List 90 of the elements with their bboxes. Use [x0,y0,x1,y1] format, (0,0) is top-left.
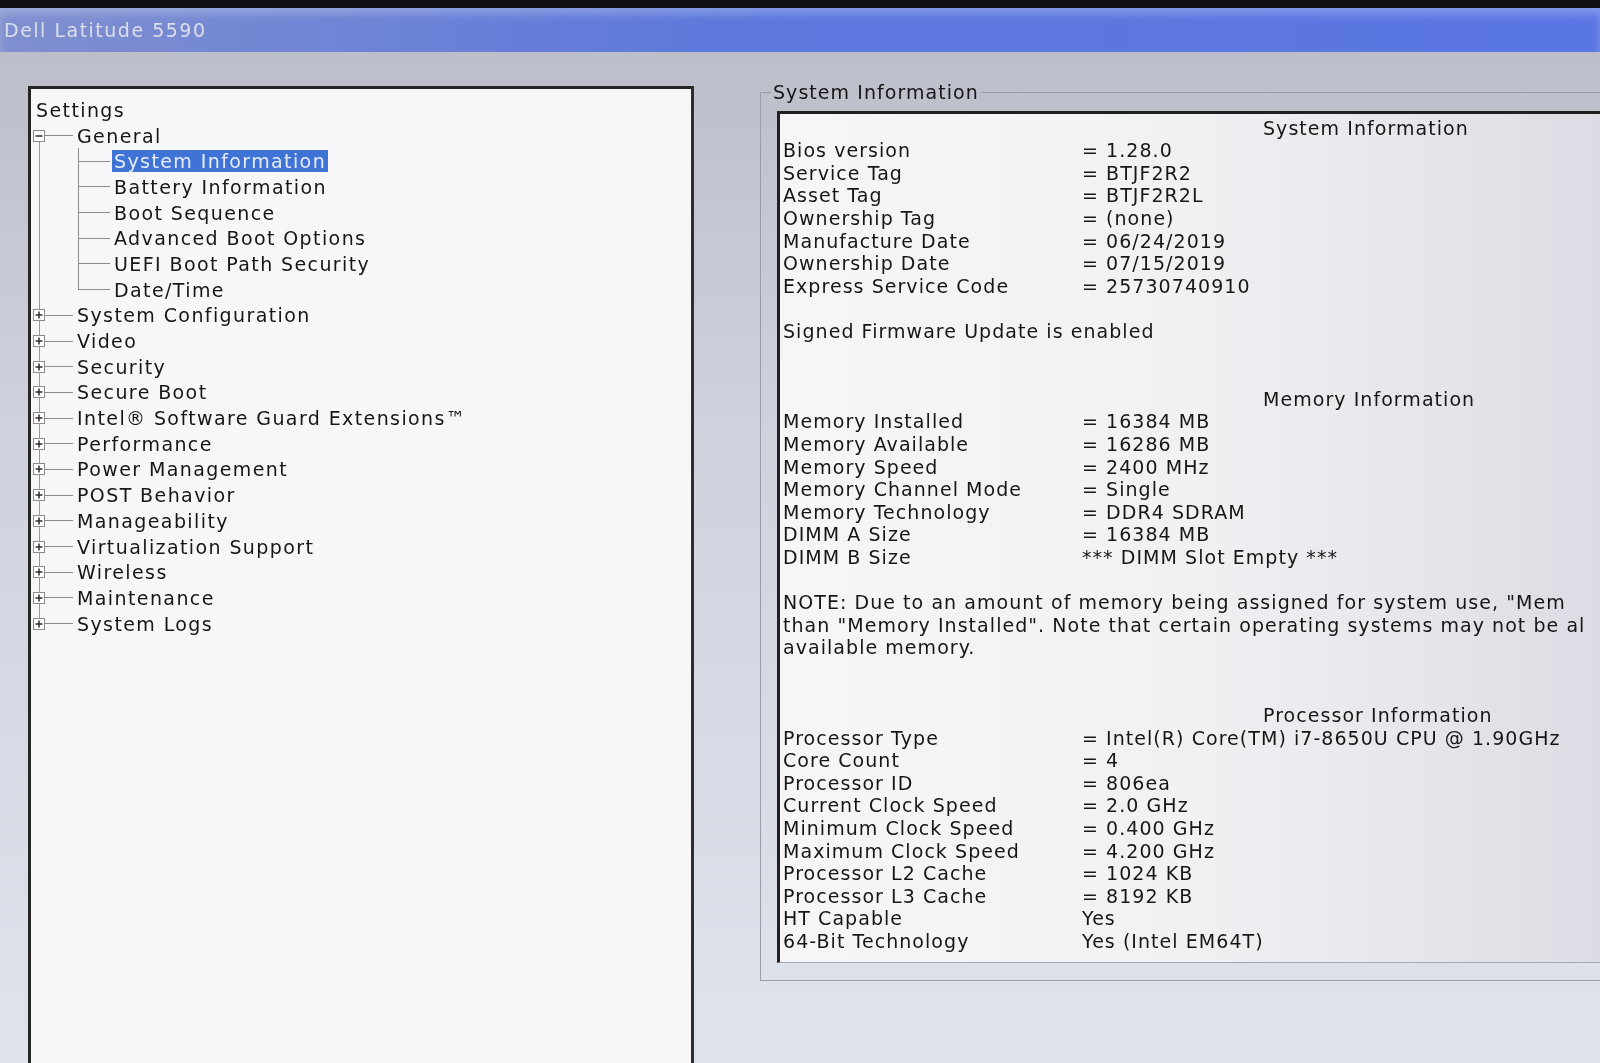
info-value: = 2400 MHz [1082,455,1210,479]
section-heading: System Information [1263,116,1469,139]
status-text: Signed Firmware Update is enabled [783,319,1155,342]
info-label: DIMM A Size [783,523,913,546]
info-label: Memory Channel Mode [783,478,1024,501]
tree-item[interactable]: Manageability [75,509,231,532]
plus-box-icon[interactable] [33,489,45,502]
info-value: = 16384 MB [1082,523,1211,546]
info-value: = 1.28.0 [1082,139,1173,162]
tree-item[interactable]: System Logs [75,612,216,635]
tree-item[interactable]: Secure Boot [75,381,210,404]
info-value: Yes [1082,907,1116,930]
tree-item[interactable]: Boot Sequence [112,201,278,224]
info-label: 64-Bit Technology [783,929,971,953]
info-label: Ownership Date [783,252,952,275]
info-label: Memory Installed [783,410,966,433]
plus-box-icon[interactable] [33,437,45,450]
tree-item[interactable]: Intel® Software Guard Extensions™ [75,407,469,430]
minus-box-icon[interactable] [33,129,45,142]
tree-item[interactable]: Security [75,355,169,378]
info-value: = 8192 KB [1082,884,1194,908]
info-value: = DDR4 SDRAM [1082,500,1246,524]
info-label: Bios version [783,139,913,162]
info-value: = BTJF2R2L [1082,184,1204,207]
info-value: *** DIMM Slot Empty *** [1082,545,1338,569]
plus-box-icon[interactable] [33,617,45,630]
tree-item[interactable]: POST Behavior [75,484,238,507]
info-label: HT Capable [783,907,905,930]
group-box-title: System Information [772,81,980,104]
tree-item[interactable]: Power Management [75,458,291,481]
tree-item[interactable]: Advanced Boot Options [112,227,369,250]
plus-box-icon[interactable] [33,386,45,399]
tree-item[interactable]: System Information [112,150,329,173]
info-label: Ownership Tag [783,206,938,230]
info-value: = 16384 MB [1082,410,1211,433]
info-label: DIMM B Size [783,545,913,569]
info-value: = (none) [1082,206,1175,230]
info-label: Core Count [783,749,901,772]
info-value: = 2.0 GHz [1082,794,1189,817]
tree-item[interactable]: Performance [75,432,215,455]
plus-box-icon[interactable] [33,412,45,425]
tree-item[interactable]: Maintenance [75,586,217,609]
tree-root-label: Settings [36,98,126,121]
info-label: Asset Tag [783,184,884,207]
info-label: Minimum Clock Speed [783,817,1016,840]
info-value: = 07/15/2019 [1082,252,1227,275]
tree-item[interactable]: UEFI Boot Path Security [112,252,373,275]
info-label: Processor L2 Cache [783,862,989,885]
info-label: Manufacture Date [783,229,972,253]
info-label: Express Service Code [783,274,1011,298]
info-label: Service Tag [783,161,904,185]
info-value: = Single [1082,478,1171,501]
info-value: = 4 [1082,749,1120,772]
window-title: Dell Latitude 5590 [4,19,207,41]
info-label: Maximum Clock Speed [783,839,1021,863]
info-value: = 25730740910 [1082,274,1251,298]
tree-item[interactable]: Battery Information [112,175,329,198]
info-label: Current Clock Speed [783,794,999,817]
plus-box-icon[interactable] [33,591,45,604]
section-heading: Memory Information [1263,387,1476,410]
info-value: = 4.200 GHz [1082,839,1215,863]
info-label: Memory Speed [783,455,940,479]
plus-box-icon[interactable] [33,309,45,322]
tree-item[interactable]: Wireless [75,561,170,584]
info-value: = 06/24/2019 [1082,229,1227,253]
info-value: = 806ea [1082,771,1171,795]
info-value: = BTJF2R2 [1082,161,1192,185]
info-value: = Intel(R) Core(TM) i7-8650U CPU @ 1.90GHz [1082,726,1561,750]
tree-item[interactable]: Video [75,330,140,353]
info-value: = 1024 KB [1082,862,1194,885]
plus-box-icon[interactable] [33,514,45,527]
info-value: Yes (Intel EM64T) [1082,929,1264,953]
info-value: = 16286 MB [1082,432,1211,456]
info-label: Memory Technology [783,500,992,524]
plus-box-icon[interactable] [33,540,45,553]
section-heading: Processor Information [1263,704,1493,727]
plus-box-icon[interactable] [33,463,45,476]
plus-box-icon[interactable] [33,335,45,348]
plus-box-icon[interactable] [33,360,45,373]
memory-note: NOTE: Due to an amount of memory being assigned for system use, "Mem than "Memory Installed". Note that certain operating systems may not be al available memory. [783,591,1587,659]
tree-item[interactable]: System Configuration [75,304,313,327]
info-label: Processor ID [783,771,915,795]
info-value: = 0.400 GHz [1082,817,1215,840]
plus-box-icon[interactable] [33,566,45,579]
tree-item[interactable]: Virtualization Support [75,535,317,558]
tree-item[interactable]: Date/Time [112,278,227,301]
info-label: Processor Type [783,726,940,750]
tree-item[interactable]: General [75,124,164,147]
info-label: Memory Available [783,432,971,456]
info-label: Processor L3 Cache [783,884,989,908]
